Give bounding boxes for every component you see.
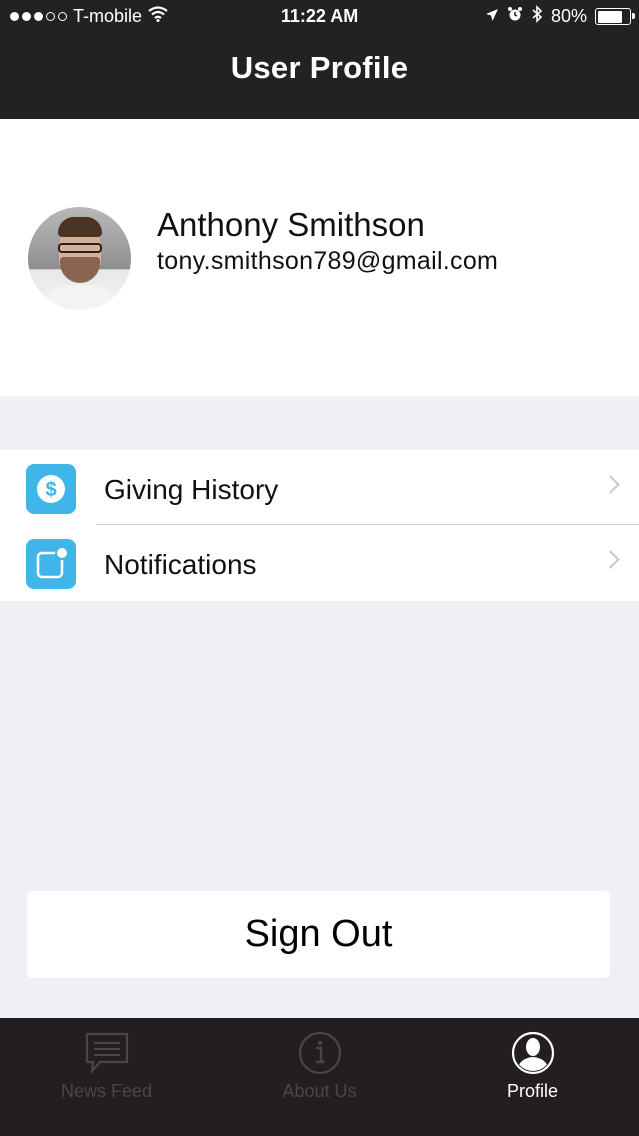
notification-badge-icon (26, 539, 76, 589)
user-name: Anthony Smithson (157, 206, 425, 243)
page-title: User Profile (230, 50, 409, 85)
person-circle-icon (510, 1030, 556, 1081)
profile-menu: $ Giving History Notifications (0, 450, 639, 601)
tab-news-feed[interactable]: News Feed (0, 1018, 213, 1136)
menu-item-label: Giving History (104, 474, 279, 505)
tab-profile[interactable]: Profile (426, 1018, 639, 1136)
chat-bubble-icon (84, 1030, 130, 1081)
tab-label: About Us (282, 1081, 357, 1101)
chevron-right-icon (601, 475, 620, 494)
svg-text:$: $ (45, 479, 56, 501)
avatar[interactable] (28, 207, 131, 310)
info-circle-icon (297, 1030, 343, 1081)
battery-icon (595, 8, 635, 25)
battery-percent: 80% (550, 6, 587, 26)
tab-label: Profile (506, 1081, 559, 1101)
alarm-clock-icon (507, 6, 523, 27)
user-email: tony.smithson789@gmail.com (157, 247, 499, 275)
tab-label: News Feed (60, 1081, 153, 1101)
status-bar: T-mobile 11:22 AM 80% (0, 0, 639, 34)
dollar-circle-icon: $ (26, 464, 76, 514)
bluetooth-icon (531, 5, 543, 28)
menu-item-notifications[interactable]: Notifications (0, 525, 639, 600)
chevron-right-icon (601, 550, 620, 569)
location-arrow-icon (485, 6, 499, 27)
tab-about-us[interactable]: About Us (213, 1018, 426, 1136)
menu-item-label: Notifications (104, 549, 257, 580)
top-bar: T-mobile 11:22 AM 80% User Profile (0, 0, 639, 119)
status-right: 80% (485, 5, 635, 28)
menu-item-giving-history[interactable]: $ Giving History (0, 450, 639, 525)
sign-out-button[interactable]: Sign Out (27, 891, 610, 978)
profile-card: Anthony Smithson tony.smithson789@gmail.… (0, 119, 639, 396)
tab-bar: News Feed About Us Profile (0, 1018, 639, 1136)
